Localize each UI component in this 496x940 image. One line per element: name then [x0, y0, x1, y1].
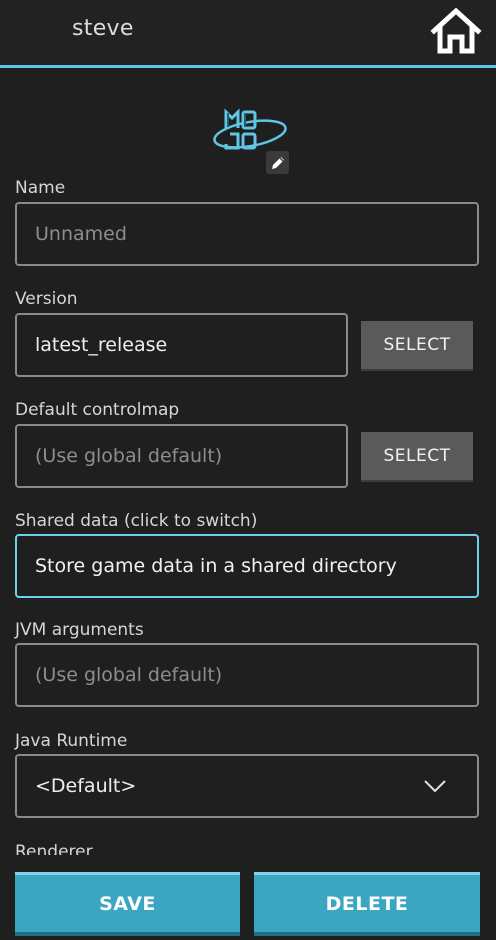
controlmap-input[interactable]: (Use global default): [15, 424, 348, 488]
controlmap-label: Default controlmap: [15, 400, 180, 420]
delete-button[interactable]: DELETE: [254, 872, 480, 936]
version-select-button[interactable]: SELECT: [361, 321, 473, 369]
jvm-args-input[interactable]: (Use global default): [15, 643, 479, 707]
java-runtime-value: <Default>: [35, 775, 137, 797]
name-label: Name: [15, 178, 66, 198]
jvm-args-placeholder: (Use global default): [35, 664, 223, 686]
edit-icon-button[interactable]: [266, 151, 289, 174]
renderer-label: Renderer: [15, 842, 93, 855]
name-input[interactable]: Unnamed: [15, 202, 479, 266]
profile-title: steve: [72, 16, 134, 41]
shared-data-toggle[interactable]: Store game data in a shared directory: [15, 534, 479, 598]
save-button[interactable]: SAVE: [15, 872, 240, 936]
jvm-args-label: JVM arguments: [15, 620, 144, 640]
app-header: steve: [0, 0, 496, 68]
profile-editor-screen: steve Name Unnamed Version latest_releas…: [0, 0, 496, 940]
version-value: latest_release: [35, 334, 168, 356]
chevron-down-icon: [424, 780, 446, 793]
shared-data-value: Store game data in a shared directory: [35, 555, 397, 577]
home-icon: [430, 7, 482, 54]
shared-data-label: Shared data (click to switch): [15, 511, 258, 531]
home-button[interactable]: [428, 5, 484, 57]
version-input[interactable]: latest_release: [15, 313, 348, 377]
name-placeholder: Unnamed: [35, 223, 127, 245]
java-runtime-dropdown[interactable]: <Default>: [15, 754, 479, 818]
java-runtime-label: Java Runtime: [15, 731, 128, 751]
pencil-icon: [271, 156, 284, 169]
version-label: Version: [15, 289, 78, 309]
controlmap-select-button[interactable]: SELECT: [361, 432, 473, 480]
controlmap-placeholder: (Use global default): [35, 445, 223, 467]
